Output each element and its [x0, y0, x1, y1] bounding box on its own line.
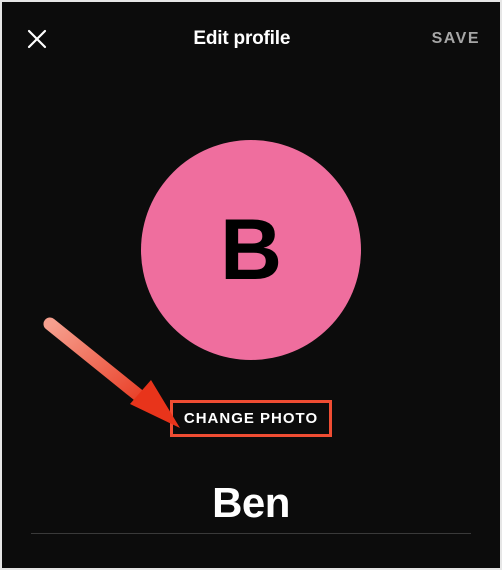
- header-bar: Edit profile SAVE: [2, 2, 500, 58]
- close-icon: [25, 27, 49, 51]
- save-button[interactable]: SAVE: [432, 30, 480, 48]
- name-value: Ben: [212, 479, 290, 526]
- change-photo-wrapper: CHANGE PHOTO: [170, 400, 332, 437]
- page-title: Edit profile: [193, 28, 290, 50]
- name-input[interactable]: Ben: [31, 479, 471, 534]
- edit-profile-screen: Edit profile SAVE B CHANGE PHOTO Ben: [0, 0, 502, 570]
- avatar[interactable]: B: [141, 140, 361, 360]
- change-photo-button[interactable]: CHANGE PHOTO: [170, 400, 332, 437]
- content-area: B CHANGE PHOTO Ben: [2, 58, 500, 534]
- close-button[interactable]: [22, 24, 52, 54]
- avatar-initial: B: [220, 207, 282, 293]
